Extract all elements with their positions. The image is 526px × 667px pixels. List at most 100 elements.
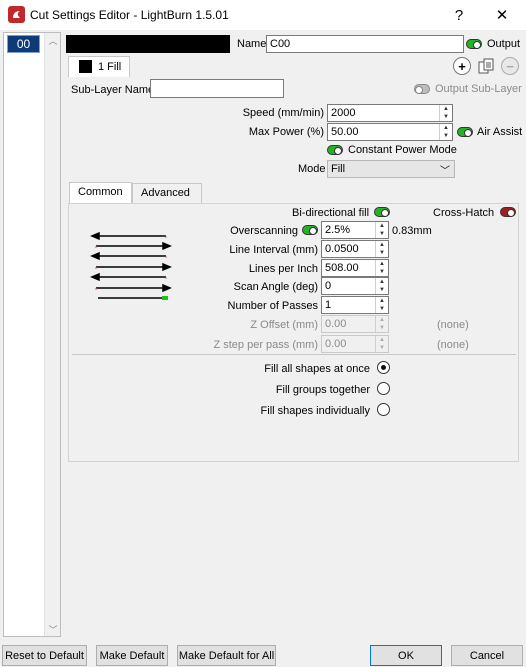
ok-button[interactable]: OK [370,645,442,666]
lines-per-inch-input[interactable]: 508.00 ▲ ▼ [321,259,389,277]
reset-to-default-button[interactable]: Reset to Default [2,645,87,666]
overscanning-input[interactable]: 2.5% ▲ ▼ [321,221,389,239]
z-offset-label: Z Offset (mm) [250,319,318,331]
name-input[interactable] [266,35,464,53]
plus-icon: + [458,58,466,74]
crosshatch-toggle[interactable] [500,207,516,217]
remove-sublayer-button[interactable]: − [501,57,519,75]
overscanning-spinner[interactable]: ▲ ▼ [375,222,388,238]
make-default-all-label: Make Default for All [178,649,275,662]
z-offset-none: (none) [437,319,469,331]
fill-groups-label: Fill groups together [275,384,370,396]
section-divider [72,354,516,355]
speed-value: 2000 [331,107,356,119]
title-bar: Cut Settings Editor - LightBurn 1.5.01 ?… [0,0,526,30]
reset-to-default-label: Reset to Default [5,649,84,662]
overscanning-label: Overscanning [230,225,298,237]
help-icon: ? [454,6,464,24]
z-step-none: (none) [437,339,469,351]
z-offset-value: 0.00 [325,318,347,330]
make-default-button[interactable]: Make Default [96,645,168,666]
scan-preview-graphic [90,231,172,300]
add-sublayer-button[interactable]: + [453,57,471,75]
tab-common[interactable]: Common [69,182,132,203]
line-interval-label: Line Interval (mm) [229,244,318,256]
duplicate-sublayer-button[interactable] [477,57,495,75]
help-button[interactable]: ? [436,3,482,27]
fill-all-radio[interactable] [377,361,390,374]
layer-color-swatch[interactable] [66,35,230,53]
z-step-value: 0.00 [325,338,347,350]
lines-per-inch-label: Lines per Inch [248,263,318,275]
z-step-spinner: ▲ ▼ [375,336,388,352]
max-power-label: Max Power (%) [248,126,324,138]
scroll-down-icon[interactable]: ﹀ [45,622,61,636]
cancel-button[interactable]: Cancel [451,645,523,666]
line-interval-input[interactable]: 0.0500 ▲ ▼ [321,240,389,258]
sublayer-color-swatch [79,60,92,73]
output-toggle[interactable] [466,39,482,49]
max-power-input[interactable]: 50.00 ▲ ▼ [327,123,453,141]
bidirectional-toggle[interactable] [374,207,390,217]
fill-all-label: Fill all shapes at once [264,363,370,375]
make-default-label: Make Default [99,649,165,662]
z-step-label: Z step per pass (mm) [213,339,318,351]
passes-input[interactable]: 1 ▲ ▼ [321,296,389,314]
layer-list-scrollbar[interactable]: ︿ ﹀ [44,33,60,636]
lightburn-logo-icon [8,6,25,23]
constant-power-toggle[interactable] [327,145,343,155]
speed-spinner[interactable]: ▲ ▼ [439,105,452,121]
air-assist-label: Air Assist [477,126,523,138]
max-power-spinner[interactable]: ▲ ▼ [439,124,452,140]
speed-input[interactable]: 2000 ▲ ▼ [327,104,453,122]
close-button[interactable]: ✕ [479,3,525,27]
z-step-input: 0.00 ▲ ▼ [321,335,389,353]
passes-label: Number of Passes [227,300,318,312]
speed-label: Speed (mm/min) [242,107,324,119]
mode-label: Mode [298,163,326,175]
sublayer-tab[interactable]: 1 Fill [68,56,130,77]
mode-select[interactable]: Fill ﹀ [327,160,455,178]
tab-common-label: Common [78,186,123,198]
overscanning-value: 2.5% [325,224,351,236]
fill-individually-radio[interactable] [377,403,390,416]
cancel-label: Cancel [469,649,505,662]
duplicate-icon [478,58,494,74]
bidirectional-label: Bi-directional fill [292,207,370,219]
passes-value: 1 [325,299,332,311]
tab-advanced[interactable]: Advanced [132,183,202,203]
tab-advanced-label: Advanced [141,187,190,199]
z-offset-input: 0.00 ▲ ▼ [321,315,389,333]
ok-label: OK [398,649,414,662]
line-interval-value: 0.0500 [325,243,359,255]
output-sublayer-toggle[interactable] [414,84,430,94]
sub-layer-name-label: Sub-Layer Name [71,84,155,96]
scan-angle-input[interactable]: 0 ▲ ▼ [321,277,389,295]
fill-groups-radio[interactable] [377,382,390,395]
sub-layer-name-input[interactable] [150,79,284,98]
air-assist-toggle[interactable] [457,127,473,137]
max-power-value: 50.00 [331,126,359,138]
layer-id: 00 [16,37,31,51]
make-default-all-button[interactable]: Make Default for All [177,645,276,666]
overscanning-toggle[interactable] [302,225,318,235]
chevron-down-icon: ﹀ [440,166,450,177]
output-label: Output [487,38,521,50]
passes-spinner[interactable]: ▲ ▼ [375,297,388,313]
fill-individually-label: Fill shapes individually [260,405,370,417]
scan-angle-label: Scan Angle (deg) [233,281,318,293]
name-label: Name [237,38,267,50]
constant-power-label: Constant Power Mode [348,144,457,156]
layer-list[interactable]: 00 ︿ ﹀ [3,32,61,637]
window-title: Cut Settings Editor - LightBurn 1.5.01 [30,8,229,22]
scroll-up-icon[interactable]: ︿ [45,33,61,47]
z-offset-spinner: ▲ ▼ [375,316,388,332]
line-interval-spinner[interactable]: ▲ ▼ [375,241,388,257]
lines-per-inch-value: 508.00 [325,262,359,274]
sublayer-tab-label: 1 Fill [98,61,122,73]
output-sublayer-label: Output Sub-Layer [435,83,522,95]
scan-angle-spinner[interactable]: ▲ ▼ [375,278,388,294]
mode-value: Fill [331,163,346,175]
layer-item[interactable]: 00 [7,35,40,53]
lines-per-inch-spinner[interactable]: ▲ ▼ [375,260,388,276]
